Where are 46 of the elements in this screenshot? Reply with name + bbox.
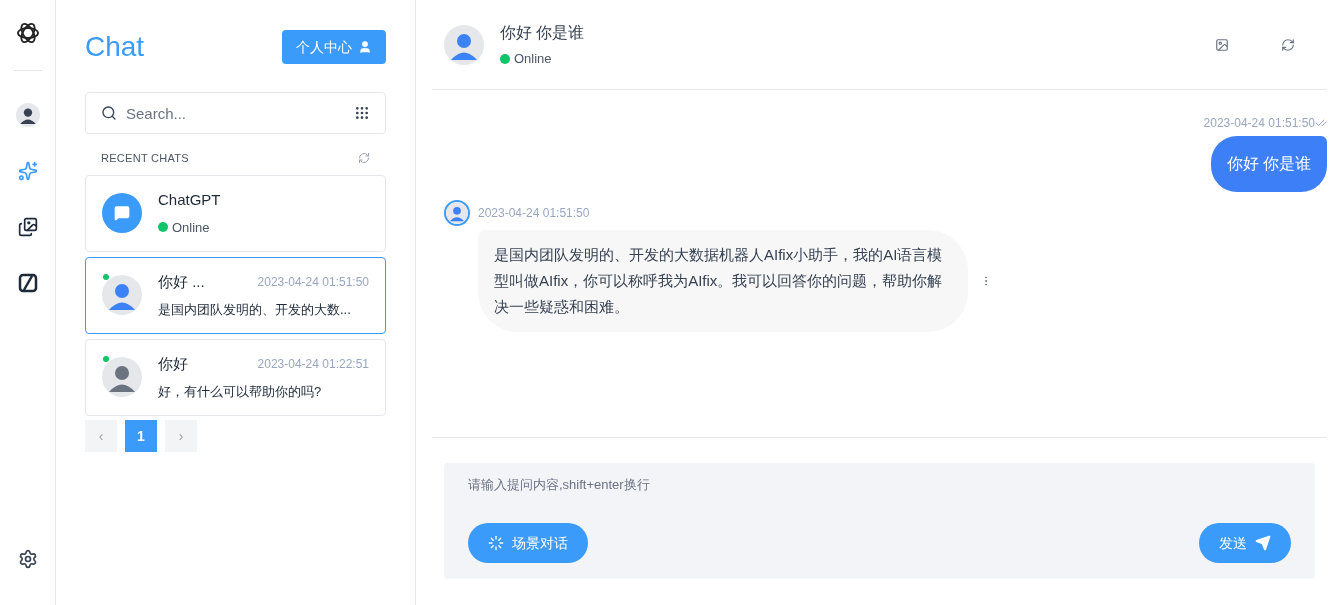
chat-time: 2023-04-24 01:51:50 <box>257 274 369 292</box>
logo-icon <box>14 20 41 46</box>
gallery-icon[interactable] <box>17 217 38 237</box>
avatar-icon <box>102 275 142 315</box>
loader-icon <box>488 535 504 551</box>
avatar-icon <box>15 103 40 127</box>
message-time: 2023-04-24 01:51:50 <box>1203 115 1315 132</box>
settings-icon[interactable] <box>17 549 38 569</box>
user-icon <box>358 40 372 54</box>
incoming-message: 是国内团队发明的、开发的大数据机器人AIfix小助手，我的AI语言模型叫做AIfix，你可以称呼我为AIfix。我可以回答你的问题，帮助你解决一些疑惑和困难。 <box>478 230 968 332</box>
refresh-icon[interactable] <box>358 152 370 165</box>
message-input[interactable]: 请输入提问内容,shift+enter换行 <box>468 475 1291 495</box>
chat-item[interactable]: 你好 2023-04-24 01:22:51 好，有什么可以帮助你的吗? <box>85 338 386 416</box>
profile-button[interactable]: 个人中心 <box>282 30 386 64</box>
chat-name: 你好 <box>158 354 188 374</box>
search-field[interactable]: Search... <box>85 92 386 134</box>
send-button[interactable]: 发送 <box>1199 523 1291 563</box>
send-icon <box>1255 535 1271 551</box>
avatar-icon <box>446 202 468 224</box>
chat-item[interactable]: 你好 ... 2023-04-24 01:51:50 是国内团队发明的、开发的大数... <box>85 256 386 334</box>
chat-preview: 好，有什么可以帮助你的吗? <box>158 382 323 401</box>
chat-name: 你好 ... <box>158 272 205 292</box>
conversation-title: 你好 你是谁 <box>500 22 586 43</box>
status-text: Online <box>500 48 1199 69</box>
next-page-button[interactable]: › <box>165 419 197 452</box>
status-text: Online <box>158 217 369 237</box>
chat-avatar <box>102 193 142 233</box>
chat-item[interactable]: ChatGPT Online <box>85 174 386 252</box>
avatar-icon <box>444 24 484 65</box>
prev-page-button[interactable]: ‹ <box>85 419 117 452</box>
image-icon[interactable] <box>1215 37 1229 52</box>
section-title: RECENT CHATS <box>101 151 189 166</box>
chat-time: 2023-04-24 01:22:51 <box>257 356 369 374</box>
panel-title: Chat <box>85 30 145 64</box>
avatar-icon <box>102 357 142 397</box>
page-button[interactable]: 1 <box>125 419 157 452</box>
refresh-icon[interactable] <box>1281 37 1295 52</box>
chat-preview: 是国内团队发明的、开发的大数... <box>158 300 352 319</box>
slash-square-icon[interactable] <box>17 273 38 293</box>
chat-name: ChatGPT <box>158 190 222 210</box>
sparkle-icon[interactable] <box>17 161 38 181</box>
search-icon <box>101 105 117 121</box>
outgoing-message: 你好 你是谁 <box>1210 136 1327 192</box>
message-time: 2023-04-24 01:51:50 <box>478 205 590 222</box>
dialpad-icon[interactable] <box>354 105 370 121</box>
scene-chat-button[interactable]: 场景对话 <box>468 523 588 563</box>
